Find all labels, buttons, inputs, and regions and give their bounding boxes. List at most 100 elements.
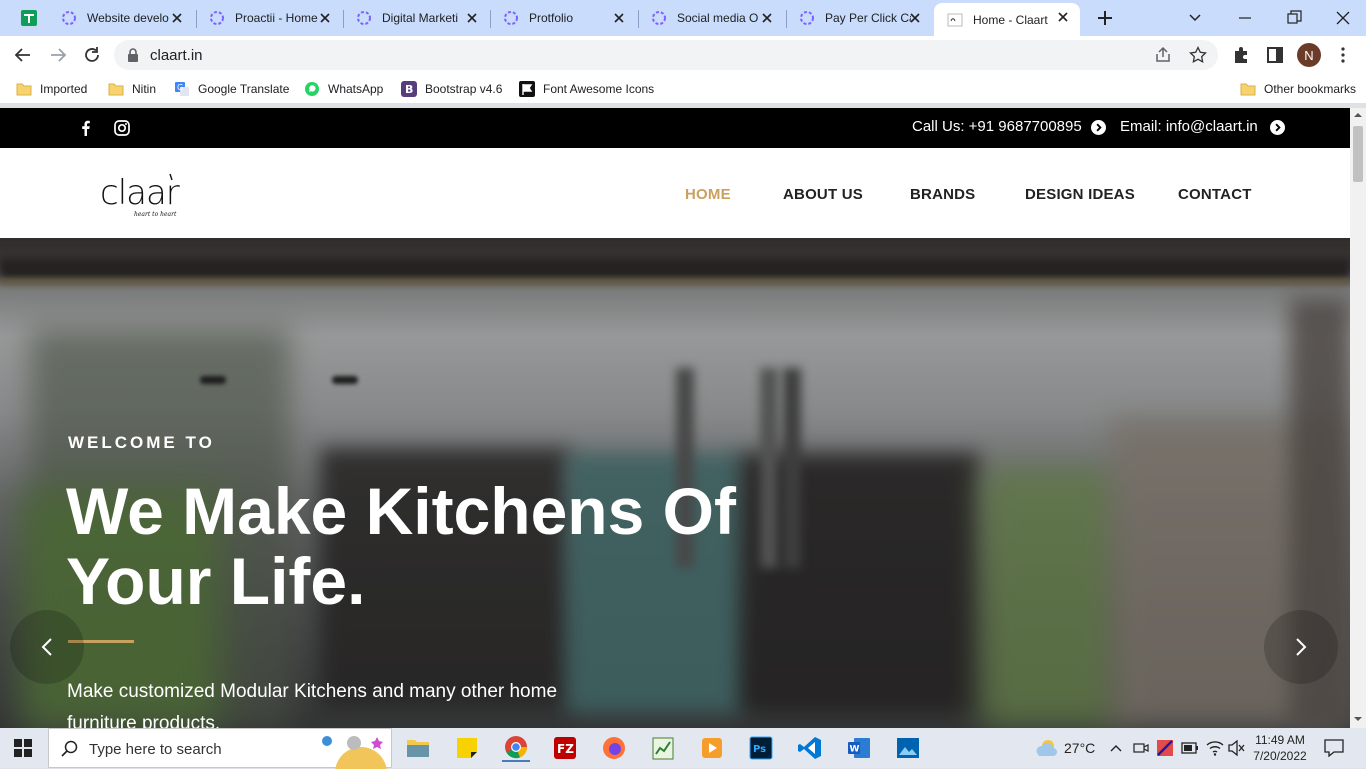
system-clock[interactable]: 11:49 AM 7/20/2022 — [1252, 732, 1308, 764]
bootstrap-icon: B — [401, 81, 417, 97]
taskbar-task-app[interactable] — [649, 734, 677, 762]
window-close-icon[interactable] — [1333, 8, 1353, 28]
tab-digital-marketing[interactable]: Digital Marketi — [343, 4, 489, 32]
email-contact[interactable]: Email: info@claart.in — [1120, 118, 1258, 135]
battery-icon[interactable] — [1181, 741, 1199, 755]
taskbar-media-player[interactable] — [698, 734, 726, 762]
bookmark-nitin[interactable]: Nitin — [108, 79, 156, 99]
weather-rain-icon[interactable] — [1034, 738, 1058, 758]
restore-icon[interactable] — [1284, 8, 1304, 28]
bookmark-bootstrap[interactable]: B Bootstrap v4.6 — [401, 79, 502, 99]
hero-headline: We Make Kitchens Of Your Life. — [66, 474, 736, 618]
nav-design-ideas[interactable]: DESIGN IDEAS — [1025, 186, 1135, 203]
profile-avatar[interactable]: N — [1297, 43, 1321, 67]
sheets-app-icon[interactable] — [20, 9, 38, 27]
close-tab-icon[interactable] — [318, 11, 332, 25]
url-text[interactable]: claart.in — [150, 47, 203, 64]
meet-now-icon[interactable] — [1133, 740, 1149, 756]
bookmark-whatsapp[interactable]: WhatsApp — [304, 79, 383, 99]
share-icon[interactable] — [1154, 46, 1172, 64]
phone-contact[interactable]: Call Us: +91 9687700895 — [912, 118, 1082, 135]
bookmark-imported[interactable]: Imported — [16, 79, 87, 99]
taskbar-sticky-notes[interactable] — [453, 734, 481, 762]
lock-icon[interactable] — [127, 48, 139, 62]
svg-text:B: B — [405, 83, 413, 96]
forward-arrow-icon[interactable] — [48, 45, 68, 65]
tab-search-chevron-down-icon[interactable] — [1185, 8, 1205, 28]
instagram-icon[interactable] — [113, 119, 131, 137]
flag-icon — [519, 81, 535, 97]
tab-social-media[interactable]: Social media O — [638, 4, 784, 32]
close-tab-icon[interactable] — [170, 11, 184, 25]
tab-home-claart[interactable]: Home - Claart — [934, 3, 1080, 36]
tray-chevron-up-icon[interactable] — [1110, 742, 1122, 754]
svg-text:Ps: Ps — [753, 744, 766, 755]
word-icon: W — [848, 738, 870, 758]
scroll-up-arrow-icon[interactable] — [1354, 111, 1362, 119]
browser-toolbar: claart.in N — [0, 36, 1366, 74]
slider-next-button[interactable] — [1264, 610, 1338, 684]
chart-app-icon — [652, 737, 674, 760]
folder-icon — [16, 83, 32, 96]
taskbar-photoshop[interactable]: Ps — [747, 734, 775, 762]
tab-pay-per-click[interactable]: Pay Per Click Ca — [786, 4, 932, 32]
taskbar-file-explorer[interactable] — [404, 734, 432, 762]
slider-prev-button[interactable] — [10, 610, 84, 684]
scroll-down-arrow-icon[interactable] — [1354, 715, 1362, 723]
close-tab-icon[interactable] — [908, 11, 922, 25]
tab-proactii-home[interactable]: Proactii - Home — [196, 4, 342, 32]
taskbar-photos[interactable] — [894, 734, 922, 762]
tray-app-icon[interactable] — [1156, 739, 1174, 757]
bookmark-star-icon[interactable] — [1189, 46, 1207, 64]
close-tab-icon[interactable] — [760, 11, 774, 25]
kebab-menu-icon[interactable] — [1333, 45, 1353, 65]
notifications-icon[interactable] — [1324, 739, 1344, 757]
tab-title: Protfolio — [529, 11, 574, 25]
svg-text:FZ: FZ — [557, 742, 574, 756]
chevron-left-icon — [41, 638, 52, 656]
page-scrollbar[interactable] — [1350, 108, 1366, 728]
minimize-icon[interactable] — [1235, 8, 1255, 28]
windows-start-icon[interactable] — [14, 739, 32, 757]
bookmark-google-translate[interactable]: G Google Translate — [174, 79, 289, 99]
folder-icon — [1240, 83, 1256, 96]
taskbar-vscode[interactable] — [796, 734, 824, 762]
side-panel-icon[interactable] — [1265, 45, 1285, 65]
circle-arrow-right-icon[interactable] — [1270, 120, 1285, 135]
circle-arrow-right-icon[interactable] — [1091, 120, 1106, 135]
nav-brands[interactable]: BRANDS — [910, 186, 975, 203]
sticky-notes-icon — [457, 738, 477, 758]
close-tab-icon[interactable] — [1056, 10, 1070, 24]
taskbar-firefox[interactable] — [600, 734, 628, 762]
extensions-puzzle-icon[interactable] — [1231, 45, 1251, 65]
other-bookmarks[interactable]: Other bookmarks — [1240, 79, 1356, 99]
nav-home[interactable]: HOME — [685, 186, 731, 203]
scrollbar-thumb[interactable] — [1353, 126, 1363, 182]
tab-website-development[interactable]: Website develo — [48, 4, 194, 32]
reload-icon[interactable] — [82, 45, 102, 65]
nav-contact[interactable]: CONTACT — [1178, 186, 1252, 203]
wifi-icon[interactable] — [1206, 740, 1224, 756]
volume-muted-icon[interactable] — [1228, 740, 1246, 756]
taskbar-search[interactable]: Type here to search — [48, 728, 392, 769]
tab-portfolio[interactable]: Protfolio — [490, 4, 636, 32]
bookmark-font-awesome[interactable]: Font Awesome Icons — [519, 79, 654, 99]
folder-icon — [407, 740, 429, 757]
claart-logo[interactable]: claart heart to heart — [100, 166, 180, 222]
nav-about-us[interactable]: ABOUT US — [783, 186, 863, 203]
back-arrow-icon[interactable] — [13, 45, 33, 65]
search-icon — [61, 740, 78, 757]
close-tab-icon[interactable] — [465, 11, 479, 25]
search-placeholder: Type here to search — [89, 741, 222, 758]
close-tab-icon[interactable] — [612, 11, 626, 25]
taskbar-filezilla[interactable]: FZ — [551, 734, 579, 762]
weather-temperature[interactable]: 27°C — [1064, 740, 1095, 756]
bookmark-label: Imported — [40, 82, 88, 96]
facebook-icon[interactable] — [77, 119, 95, 137]
new-tab-plus-icon[interactable] — [1096, 9, 1114, 27]
taskbar-chrome[interactable] — [502, 734, 530, 762]
search-highlight-icon — [322, 736, 387, 769]
taskbar-word[interactable]: W — [845, 734, 873, 762]
windows-taskbar: Type here to search FZ Ps W 27°C 11:49 A… — [0, 728, 1366, 769]
address-bar[interactable]: claart.in — [114, 40, 1218, 70]
